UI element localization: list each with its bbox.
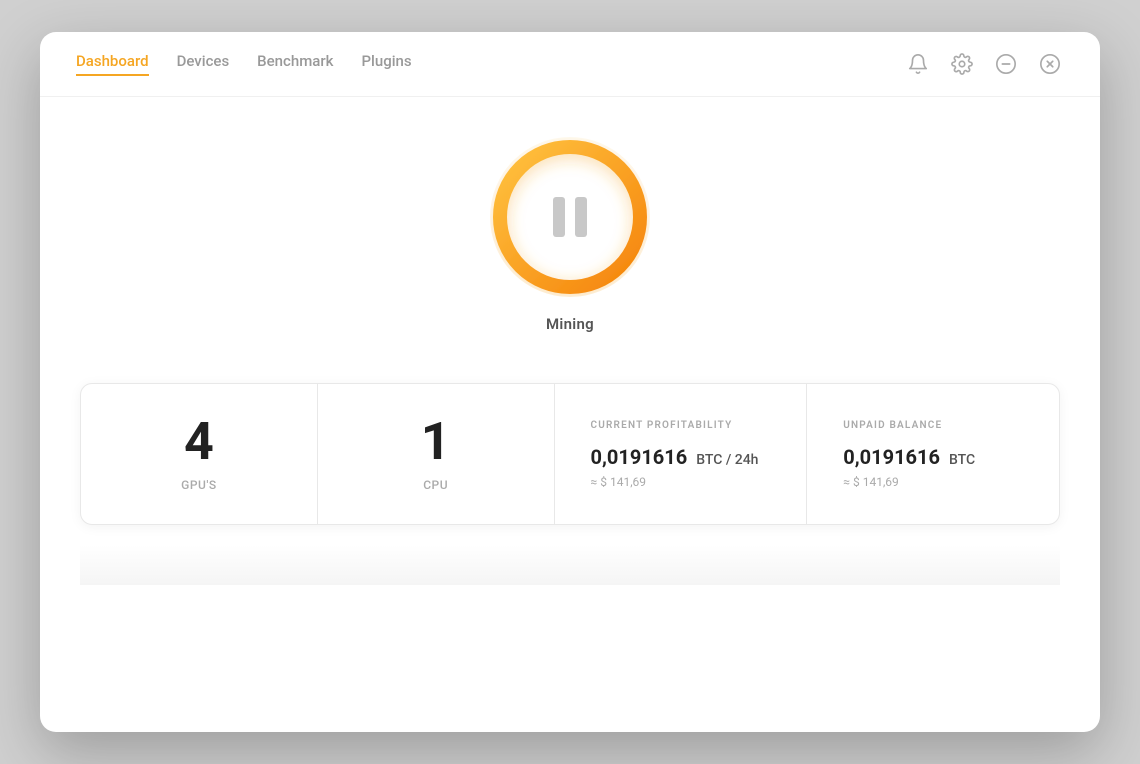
mining-ring xyxy=(490,137,650,297)
app-window: Dashboard Devices Benchmark Plugins xyxy=(40,32,1100,732)
balance-cell: UNPAID BALANCE 0,0191616 BTC ≈ $ 141,69 xyxy=(807,384,1059,524)
balance-title: UNPAID BALANCE xyxy=(843,420,942,431)
balance-fiat: ≈ $ 141,69 xyxy=(843,475,899,489)
profitability-amount: 0,0191616 xyxy=(591,445,688,469)
balance-value: 0,0191616 BTC xyxy=(843,445,975,469)
stats-panel: 4 GPU'S 1 CPU CURRENT PROFITABILITY 0,01… xyxy=(80,383,1060,525)
tab-devices[interactable]: Devices xyxy=(177,52,230,76)
cpu-label: CPU xyxy=(423,478,448,492)
close-icon[interactable] xyxy=(1036,50,1064,78)
balance-unit: BTC xyxy=(949,452,975,468)
cpu-stat-cell: 1 CPU xyxy=(318,384,555,524)
profitability-title: CURRENT PROFITABILITY xyxy=(591,420,733,431)
tab-benchmark[interactable]: Benchmark xyxy=(257,52,333,76)
balance-amount: 0,0191616 xyxy=(843,445,940,469)
profitability-fiat: ≈ $ 141,69 xyxy=(591,475,647,489)
gpu-label: GPU'S xyxy=(181,478,216,492)
nav-tabs: Dashboard Devices Benchmark Plugins xyxy=(76,52,412,76)
settings-icon[interactable] xyxy=(948,50,976,78)
mining-button-wrapper: Mining xyxy=(490,137,650,333)
gpu-count: 4 xyxy=(184,416,214,468)
mining-toggle-button[interactable] xyxy=(490,137,650,297)
header: Dashboard Devices Benchmark Plugins xyxy=(40,32,1100,97)
mining-label: Mining xyxy=(546,315,594,333)
minimize-icon[interactable] xyxy=(992,50,1020,78)
main-content: Mining 4 GPU'S 1 CPU CURRENT PROFITABILI… xyxy=(40,97,1100,585)
bell-icon[interactable] xyxy=(904,50,932,78)
tab-dashboard[interactable]: Dashboard xyxy=(76,52,149,76)
header-actions xyxy=(904,50,1064,78)
cpu-count: 1 xyxy=(421,416,451,468)
profitability-cell: CURRENT PROFITABILITY 0,0191616 BTC / 24… xyxy=(555,384,808,524)
profitability-value: 0,0191616 BTC / 24h xyxy=(591,445,759,469)
gpu-stat-cell: 4 GPU'S xyxy=(81,384,318,524)
bottom-fade xyxy=(80,545,1060,585)
profitability-unit: BTC / 24h xyxy=(696,452,758,468)
tab-plugins[interactable]: Plugins xyxy=(361,52,411,76)
